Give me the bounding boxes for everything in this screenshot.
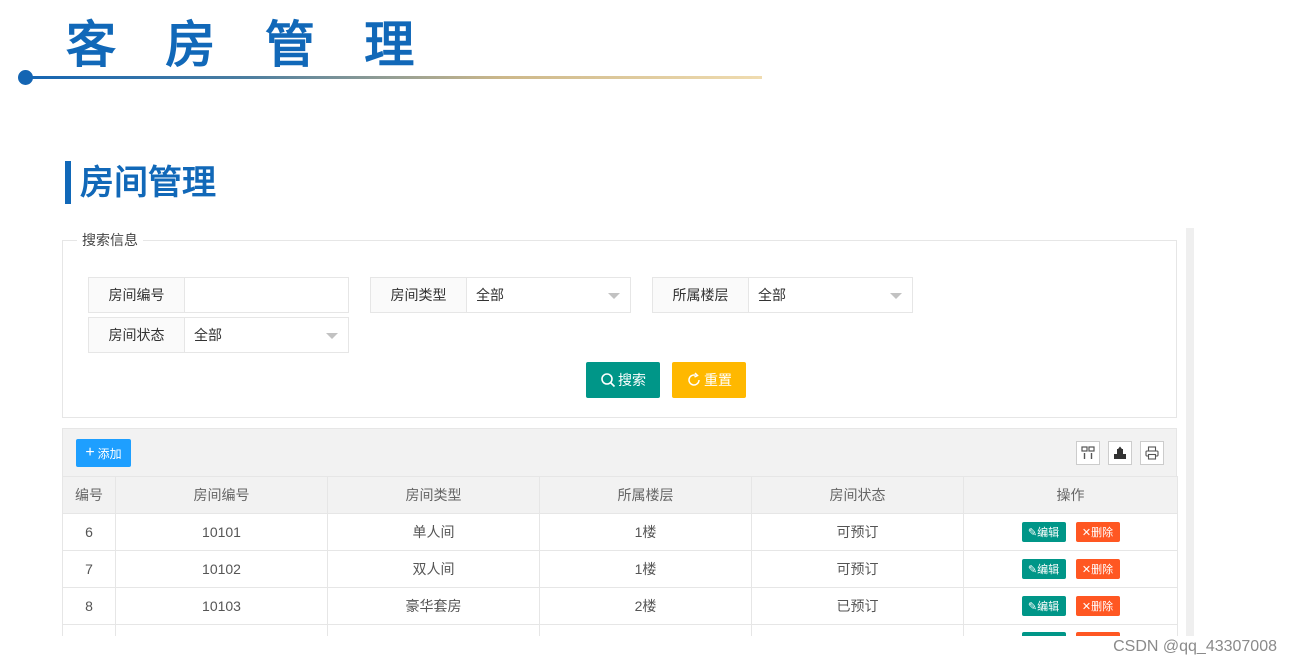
column-header[interactable]: 所属楼层 <box>539 476 752 514</box>
search-icon <box>601 373 616 388</box>
chevron-down-icon[interactable] <box>890 293 902 299</box>
section-title: 房间管理 <box>80 163 216 203</box>
cell-floor: 1楼 <box>539 513 752 551</box>
column-header[interactable]: 房间类型 <box>327 476 540 514</box>
add-button-label: 添加 <box>97 446 122 461</box>
room-status-select[interactable]: 房间状态 全部 <box>88 317 349 353</box>
edit-button[interactable]: ✎ 编辑 <box>1021 559 1066 579</box>
table-toolbar: + 添加 <box>62 428 1177 476</box>
column-header[interactable]: 房间状态 <box>751 476 964 514</box>
slide-title: 客 房 管 理 <box>66 16 431 74</box>
table-header-row: 编号 房间编号 房间类型 所属楼层 房间状态 操作 <box>62 476 1178 514</box>
room-number-field: 房间编号 <box>88 277 349 313</box>
search-legend: 搜索信息 <box>82 232 138 248</box>
add-button[interactable]: + 添加 <box>76 439 131 467</box>
table-row: 8 10103 豪华套房 2楼 已预订 ✎ 编辑 ✕ 删除 <box>62 587 1178 625</box>
room-type-select[interactable]: 房间类型 全部 <box>370 277 631 313</box>
cell-room-number: 10102 <box>115 550 328 588</box>
pencil-icon: ✎ <box>1027 600 1038 613</box>
room-status-value: 全部 <box>194 327 222 343</box>
cell-room-number: 10101 <box>115 513 328 551</box>
room-status-label: 房间状态 <box>89 318 185 352</box>
delete-button[interactable]: ✕ 删除 <box>1075 596 1120 616</box>
rooms-table: 编号 房间编号 房间类型 所属楼层 房间状态 操作 6 10101 单人间 1楼… <box>62 476 1178 636</box>
close-icon: ✕ <box>1081 526 1092 539</box>
cell-id: 7 <box>62 550 116 588</box>
print-icon[interactable] <box>1140 441 1164 465</box>
refresh-icon <box>688 372 700 386</box>
cell-room-type <box>327 624 540 636</box>
room-number-label: 房间编号 <box>89 278 185 312</box>
search-button-label: 搜索 <box>618 372 646 388</box>
section-accent-bar <box>65 161 71 204</box>
cell-actions <box>963 624 1178 636</box>
edit-button[interactable] <box>1021 631 1066 636</box>
column-header: 操作 <box>963 476 1178 514</box>
edit-button[interactable]: ✎ 编辑 <box>1021 522 1066 542</box>
room-number-input[interactable] <box>194 278 348 312</box>
pencil-icon: ✎ <box>1027 526 1038 539</box>
cell-floor: 2楼 <box>539 587 752 625</box>
floor-label: 所属楼层 <box>653 278 749 312</box>
chevron-down-icon[interactable] <box>608 293 620 299</box>
cell-status: 可预订 <box>751 513 964 551</box>
table-row: 7 10102 双人间 1楼 可预订 ✎ 编辑 ✕ 删除 <box>62 550 1178 588</box>
pencil-icon: ✎ <box>1027 563 1038 576</box>
room-management-app: 搜索信息 房间编号 房间类型 全部 所属楼层 全部 房间状态 全部 搜索 重置 … <box>58 228 1194 636</box>
cell-actions: ✎ 编辑 ✕ 删除 <box>963 550 1178 588</box>
cell-id: 6 <box>62 513 116 551</box>
cell-status: 可预订 <box>751 550 964 588</box>
cell-room-type: 豪华套房 <box>327 587 540 625</box>
plus-icon: + <box>85 444 95 461</box>
cell-id: 8 <box>62 587 116 625</box>
search-button[interactable]: 搜索 <box>586 362 660 398</box>
title-dot <box>18 70 33 85</box>
cell-floor <box>539 624 752 636</box>
delete-button[interactable]: ✕ 删除 <box>1075 522 1120 542</box>
cell-id <box>62 624 116 636</box>
table-row: 6 10101 单人间 1楼 可预订 ✎ 编辑 ✕ 删除 <box>62 513 1178 551</box>
close-icon: ✕ <box>1081 563 1092 576</box>
export-icon[interactable] <box>1108 441 1132 465</box>
delete-button[interactable] <box>1075 631 1120 636</box>
table-row <box>62 624 1178 636</box>
edit-button[interactable]: ✎ 编辑 <box>1021 596 1066 616</box>
room-type-label: 房间类型 <box>371 278 467 312</box>
floor-select[interactable]: 所属楼层 全部 <box>652 277 913 313</box>
room-type-value: 全部 <box>476 287 504 303</box>
chevron-down-icon[interactable] <box>326 333 338 339</box>
cell-status: 已预订 <box>751 587 964 625</box>
column-header[interactable]: 编号 <box>62 476 116 514</box>
scrollbar[interactable] <box>1186 228 1194 636</box>
cell-floor: 1楼 <box>539 550 752 588</box>
cell-room-type: 双人间 <box>327 550 540 588</box>
delete-button[interactable]: ✕ 删除 <box>1075 559 1120 579</box>
watermark: CSDN @qq_43307008 <box>1113 638 1277 655</box>
cell-room-number <box>115 624 328 636</box>
cell-room-type: 单人间 <box>327 513 540 551</box>
column-header[interactable]: 房间编号 <box>115 476 328 514</box>
cell-actions: ✎ 编辑 ✕ 删除 <box>963 513 1178 551</box>
cell-status <box>751 624 964 636</box>
close-icon: ✕ <box>1081 600 1092 613</box>
floor-value: 全部 <box>758 287 786 303</box>
cell-actions: ✎ 编辑 ✕ 删除 <box>963 587 1178 625</box>
cell-room-number: 10103 <box>115 587 328 625</box>
reset-button-label: 重置 <box>704 372 732 388</box>
title-underline <box>26 76 762 79</box>
columns-icon[interactable] <box>1076 441 1100 465</box>
reset-button[interactable]: 重置 <box>672 362 746 398</box>
